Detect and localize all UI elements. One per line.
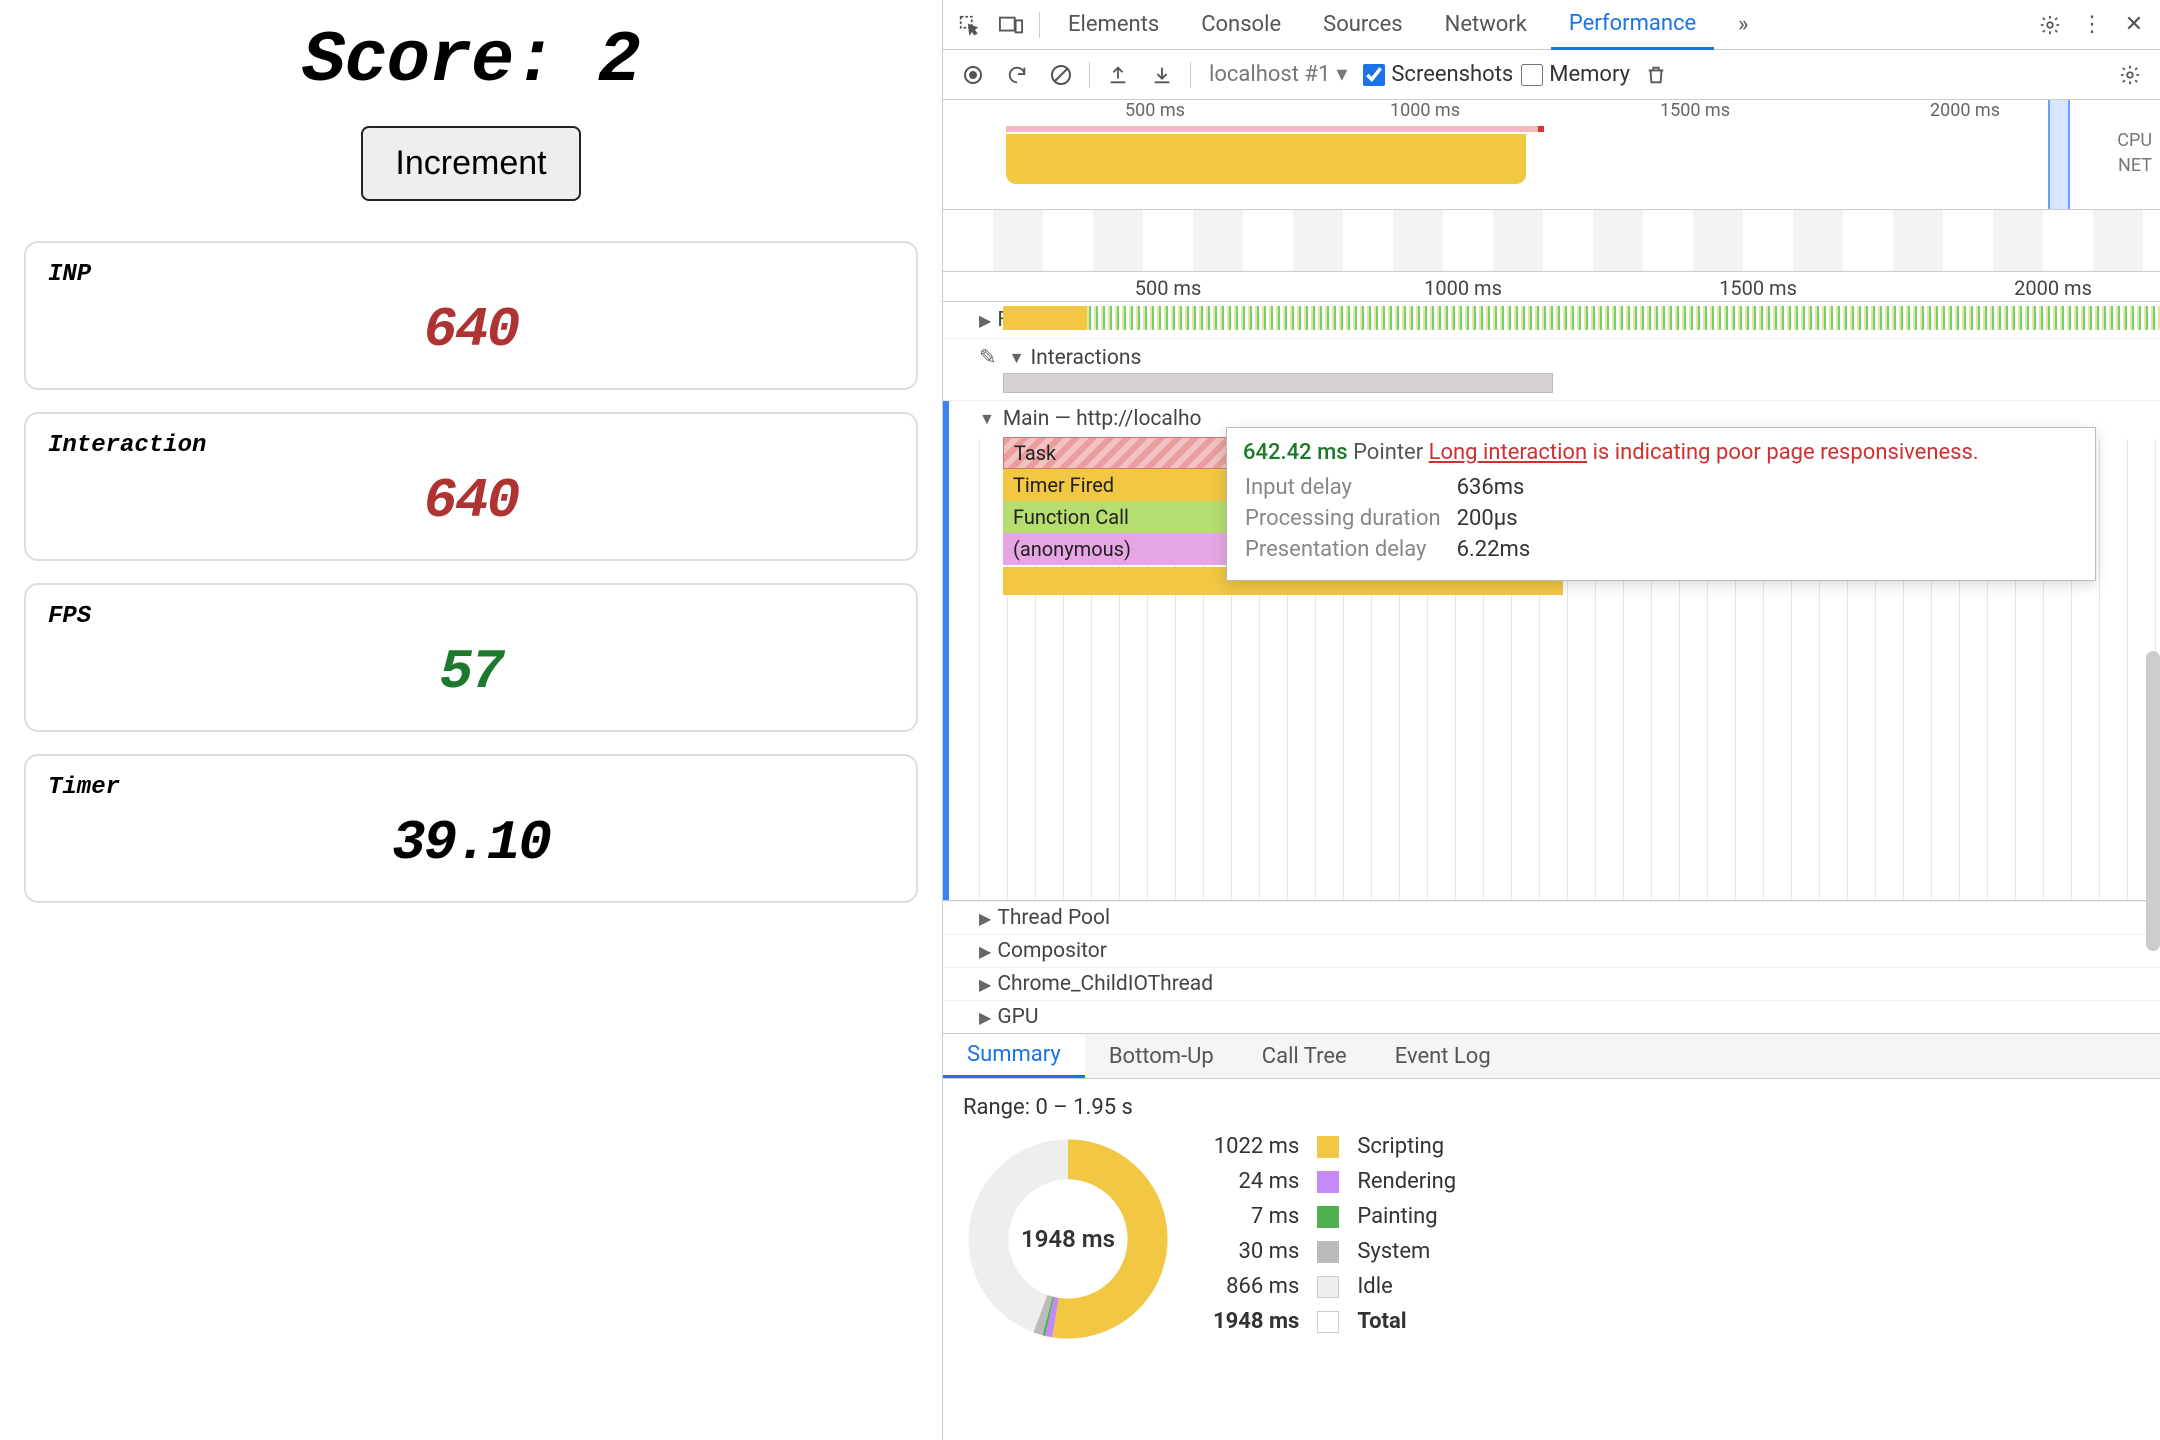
profile-select[interactable]: localhost #1 ▾	[1201, 58, 1355, 91]
download-icon[interactable]	[1144, 57, 1180, 93]
cpu-label: CPU	[2088, 128, 2160, 153]
metric-card-inp: INP 640	[24, 241, 918, 390]
metric-value: 640	[48, 469, 894, 533]
tab-performance[interactable]: Performance	[1551, 0, 1714, 50]
screenshots-checkbox[interactable]: Screenshots	[1363, 62, 1513, 87]
memory-checkbox[interactable]: Memory	[1521, 62, 1630, 87]
metric-value: 57	[48, 640, 894, 704]
tab-sources[interactable]: Sources	[1305, 0, 1421, 50]
overview-longtask-bar	[1006, 126, 1541, 132]
track-childio[interactable]: ▶Chrome_ChildIOThread	[943, 967, 2160, 1000]
clear-icon[interactable]	[1043, 57, 1079, 93]
score-heading: Score: 2	[24, 20, 918, 102]
tabs-overflow[interactable]: »	[1720, 0, 1766, 50]
gc-icon[interactable]	[1638, 57, 1674, 93]
pencil-icon: ✎	[979, 345, 997, 370]
summary-range: Range: 0 – 1.95 s	[963, 1095, 2140, 1120]
metric-value: 39.10	[48, 811, 894, 875]
overview-selection-handle[interactable]	[2048, 100, 2070, 209]
frames-bars	[1087, 306, 2160, 330]
ruler-mark: 1000 ms	[1390, 100, 1460, 121]
metric-card-interaction: Interaction 640	[24, 412, 918, 561]
screenshot-filmstrip[interactable]	[943, 210, 2160, 272]
ruler-mark: 2000 ms	[1930, 100, 2000, 121]
metric-card-fps: FPS 57	[24, 583, 918, 732]
score-label: Score:	[302, 20, 555, 102]
overview-scripting-block	[1006, 134, 1526, 184]
detail-ruler: 500 ms 1000 ms 1500 ms 2000 ms	[943, 272, 2160, 302]
expand-icon[interactable]: ▼	[1009, 348, 1025, 368]
increment-button[interactable]: Increment	[361, 126, 580, 201]
track-frames[interactable]: ▶Frames	[943, 302, 2160, 339]
track-label: Interactions	[1030, 346, 1141, 370]
metric-label: INP	[48, 261, 894, 288]
scrollbar[interactable]	[2146, 651, 2160, 951]
record-icon[interactable]	[955, 57, 991, 93]
profile-select-value: localhost #1	[1209, 62, 1330, 87]
tooltip-duration: 642.42 ms	[1243, 440, 1348, 465]
overview-timeline[interactable]: 500 ms 1000 ms 1500 ms 2000 ms CPU NET	[943, 100, 2160, 210]
interaction-tooltip: 642.42 ms Pointer Long interaction is in…	[1226, 427, 2096, 581]
metric-card-timer: Timer 39.10	[24, 754, 918, 903]
summary-panel: Range: 0 – 1.95 s 1948 ms 1022 msScripti…	[943, 1079, 2160, 1360]
summary-tab-bottomup[interactable]: Bottom-Up	[1085, 1034, 1238, 1078]
summary-tab-strip: Summary Bottom-Up Call Tree Event Log	[943, 1033, 2160, 1079]
track-threadpool[interactable]: ▶Thread Pool	[943, 901, 2160, 934]
summary-tab-summary[interactable]: Summary	[943, 1034, 1085, 1078]
track-label: Main — http://localho	[1003, 407, 1202, 431]
summary-tab-eventlog[interactable]: Event Log	[1371, 1034, 1515, 1078]
upload-icon[interactable]	[1100, 57, 1136, 93]
frames-slow-segment	[1003, 306, 1087, 330]
ruler-mark: 2000 ms	[2014, 276, 2092, 300]
performance-toolbar: localhost #1 ▾ Screenshots Memory	[943, 50, 2160, 100]
track-compositor[interactable]: ▶Compositor	[943, 934, 2160, 967]
other-threads: ▶Thread Pool ▶Compositor ▶Chrome_ChildIO…	[943, 901, 2160, 1033]
metric-value: 640	[48, 298, 894, 362]
tab-network[interactable]: Network	[1427, 0, 1545, 50]
tooltip-breakdown: Input delay636ms Processing duration200µ…	[1243, 471, 1546, 566]
metric-label: Timer	[48, 774, 894, 801]
inspect-element-icon[interactable]	[951, 7, 987, 43]
overview-longtask-end	[1538, 126, 1544, 132]
ruler-mark: 1500 ms	[1719, 276, 1797, 300]
screenshots-label: Screenshots	[1391, 62, 1513, 87]
summary-legend: 1022 msScripting 24 msRendering 7 msPain…	[1213, 1134, 1456, 1334]
net-label: NET	[2088, 153, 2160, 178]
ruler-mark: 1500 ms	[1660, 100, 1730, 121]
expand-icon[interactable]: ▼	[979, 409, 995, 429]
ruler-mark: 1000 ms	[1424, 276, 1502, 300]
memory-label: Memory	[1549, 62, 1630, 87]
long-interaction-link[interactable]: Long interaction	[1429, 440, 1587, 465]
perf-settings-gear-icon[interactable]	[2112, 57, 2148, 93]
ruler-mark: 500 ms	[1135, 276, 1202, 300]
tooltip-type: Pointer	[1353, 440, 1423, 465]
chevron-down-icon: ▾	[1336, 62, 1347, 87]
tooltip-tail: is indicating poor page responsiveness.	[1593, 440, 1979, 465]
track-gpu[interactable]: ▶GPU	[943, 1000, 2160, 1033]
demo-app: Score: 2 Increment INP 640 Interaction 6…	[0, 0, 942, 1440]
track-interactions[interactable]: ✎ ▼Interactions	[943, 339, 2160, 401]
overview-right-labels: CPU NET	[2088, 128, 2160, 178]
tab-console[interactable]: Console	[1183, 0, 1299, 50]
donut-center-value: 1948 ms	[963, 1134, 1173, 1344]
devtools-tab-strip: Elements Console Sources Network Perform…	[943, 0, 2160, 50]
close-icon[interactable]: ✕	[2116, 7, 2152, 43]
track-main[interactable]: ▼Main — http://localho Task Timer Fired …	[943, 401, 2160, 901]
kebab-icon[interactable]: ⋮	[2074, 7, 2110, 43]
interaction-bar[interactable]	[1003, 373, 1553, 393]
devtools-panel: Elements Console Sources Network Perform…	[942, 0, 2160, 1440]
gear-icon[interactable]	[2032, 7, 2068, 43]
ruler-mark: 500 ms	[1125, 100, 1185, 121]
expand-icon[interactable]: ▶	[979, 311, 991, 330]
metric-label: Interaction	[48, 432, 894, 459]
device-toolbar-icon[interactable]	[993, 7, 1029, 43]
metric-label: FPS	[48, 603, 894, 630]
score-value: 2	[598, 20, 640, 102]
summary-tab-calltree[interactable]: Call Tree	[1238, 1034, 1371, 1078]
reload-icon[interactable]	[999, 57, 1035, 93]
tab-elements[interactable]: Elements	[1050, 0, 1177, 50]
summary-donut-chart: 1948 ms	[963, 1134, 1173, 1344]
